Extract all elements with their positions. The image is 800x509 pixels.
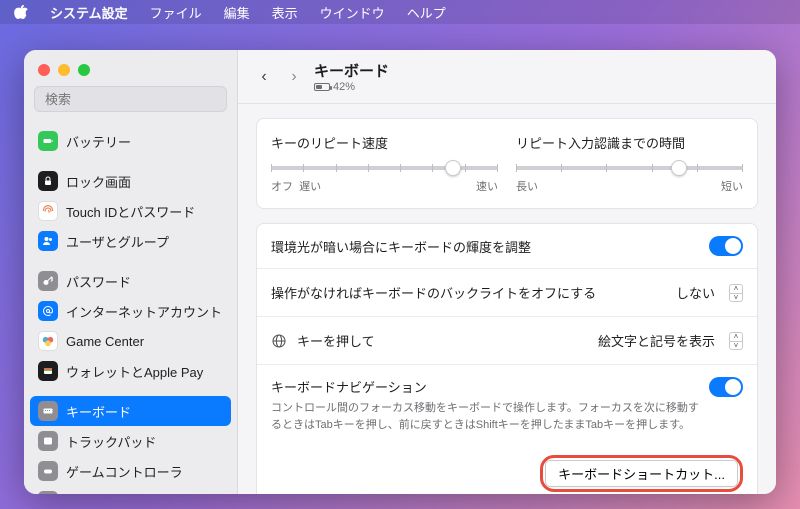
- backlight-off-stepper[interactable]: ˄˅: [729, 284, 743, 302]
- minimize-button[interactable]: [58, 64, 70, 76]
- lock-icon: [38, 171, 58, 191]
- delay-slider-group: リピート入力認識までの時間 長い 短い: [516, 133, 743, 194]
- row-brightness: 環境光が暗い場合にキーボードの輝度を調整: [257, 224, 757, 268]
- sidebar-item-fingerprint[interactable]: Touch IDとパスワード: [30, 196, 231, 226]
- kbnav-label: キーボードナビゲーション: [271, 377, 699, 396]
- at-icon: [38, 301, 58, 321]
- delay-label: リピート入力認識までの時間: [516, 133, 743, 152]
- menubar: システム設定 ファイル 編集 表示 ウインドウ ヘルプ: [0, 0, 800, 24]
- keyboard-settings-card: 環境光が暗い場合にキーボードの輝度を調整 操作がなければキーボードのバックライト…: [256, 223, 758, 494]
- sidebar-item-label: プリンタとスキャナ: [66, 492, 183, 495]
- menubar-window[interactable]: ウインドウ: [320, 3, 385, 22]
- zoom-button[interactable]: [78, 64, 90, 76]
- printer-icon: [38, 491, 58, 494]
- sidebar-item-label: インターネットアカウント: [66, 302, 222, 321]
- row-backlight-off: 操作がなければキーボードのバックライトをオフにする しない ˄˅: [257, 268, 757, 316]
- battery-percent: 42%: [333, 81, 355, 93]
- sidebar-item-users[interactable]: ユーザとグループ: [30, 226, 231, 256]
- keyboard-icon: [38, 401, 58, 421]
- main-panel: ‹ › キーボード 42% キーのリピート速度: [238, 50, 776, 494]
- content: キーのリピート速度 オフ 遅い 速い リピート入力認識までの時間: [238, 104, 776, 494]
- sidebar-item-printer[interactable]: プリンタとスキャナ: [30, 486, 231, 494]
- trackpad-icon: [38, 431, 58, 451]
- sidebar-item-lock[interactable]: ロック画面: [30, 166, 231, 196]
- settings-window: バッテリーロック画面 Touch IDとパスワードユーザとグループパスワードインタ…: [24, 50, 776, 494]
- menubar-app-name[interactable]: システム設定: [50, 3, 128, 22]
- kbnav-desc: コントロール間のフォーカス移動をキーボードで操作します。フォーカスを次に移動する…: [271, 400, 699, 433]
- menubar-file[interactable]: ファイル: [150, 3, 202, 22]
- users-icon: [38, 231, 58, 251]
- search-field[interactable]: [34, 86, 227, 112]
- apple-menu[interactable]: [14, 5, 28, 19]
- repeat-card: キーのリピート速度 オフ 遅い 速い リピート入力認識までの時間: [256, 118, 758, 209]
- close-button[interactable]: [38, 64, 50, 76]
- sidebar: バッテリーロック画面 Touch IDとパスワードユーザとグループパスワードインタ…: [24, 50, 238, 494]
- forward-button[interactable]: ›: [284, 68, 304, 86]
- backlight-off-label: 操作がなければキーボードのバックライトをオフにする: [271, 283, 662, 302]
- sidebar-item-label: ユーザとグループ: [66, 232, 169, 251]
- sidebar-item-gamecenter[interactable]: Game Center: [30, 326, 231, 356]
- keyboard-shortcuts-button[interactable]: キーボードショートカット...: [545, 460, 738, 487]
- key-repeat-label: キーのリピート速度: [271, 133, 498, 152]
- battery-status: 42%: [314, 81, 389, 93]
- gamecenter-icon: [38, 331, 58, 351]
- sidebar-item-label: ゲームコントローラ: [66, 462, 183, 481]
- sidebar-list: バッテリーロック画面 Touch IDとパスワードユーザとグループパスワードインタ…: [24, 122, 237, 494]
- menubar-view[interactable]: 表示: [272, 3, 298, 22]
- key-icon: [38, 271, 58, 291]
- sidebar-item-label: キーボード: [66, 402, 131, 421]
- globe-icon: [271, 333, 287, 349]
- globe-select[interactable]: 絵文字と記号を表示: [594, 329, 719, 352]
- key-repeat-slider-group: キーのリピート速度 オフ 遅い 速い: [271, 133, 498, 194]
- sidebar-item-label: Game Center: [66, 334, 144, 349]
- row-globe-key: キーを押して 絵文字と記号を表示 ˄˅: [257, 316, 757, 364]
- sidebar-item-wallet[interactable]: ウォレットとApple Pay: [30, 356, 231, 386]
- menubar-help[interactable]: ヘルプ: [407, 3, 446, 22]
- sidebar-item-label: Touch IDとパスワード: [66, 202, 195, 221]
- search-input[interactable]: [45, 92, 221, 107]
- brightness-label: 環境光が暗い場合にキーボードの輝度を調整: [271, 237, 699, 256]
- delay-slider[interactable]: [516, 166, 743, 170]
- shortcut-row: キーボードショートカット...: [257, 445, 757, 494]
- sidebar-item-trackpad[interactable]: トラックパッド: [30, 426, 231, 456]
- sidebar-item-label: ロック画面: [66, 172, 131, 191]
- controller-icon: [38, 461, 58, 481]
- wallet-icon: [38, 361, 58, 381]
- sidebar-item-label: バッテリー: [66, 132, 131, 151]
- sidebar-item-battery[interactable]: バッテリー: [30, 126, 231, 156]
- sidebar-item-label: トラックパッド: [66, 432, 156, 451]
- menubar-edit[interactable]: 編集: [224, 3, 250, 22]
- battery-icon: [38, 131, 58, 151]
- sidebar-item-controller[interactable]: ゲームコントローラ: [30, 456, 231, 486]
- sidebar-item-keyboard[interactable]: キーボード: [30, 396, 231, 426]
- fingerprint-icon: [38, 201, 58, 221]
- globe-stepper[interactable]: ˄˅: [729, 332, 743, 350]
- sidebar-item-key[interactable]: パスワード: [30, 266, 231, 296]
- brightness-toggle[interactable]: [709, 236, 743, 256]
- key-repeat-slider[interactable]: [271, 166, 498, 170]
- sidebar-item-label: パスワード: [66, 272, 131, 291]
- sidebar-item-label: ウォレットとApple Pay: [66, 362, 203, 381]
- traffic-lights: [24, 60, 237, 86]
- row-keyboard-nav: キーボードナビゲーション コントロール間のフォーカス移動をキーボードで操作します…: [257, 364, 757, 445]
- shortcut-highlight: キーボードショートカット...: [540, 455, 743, 492]
- header: ‹ › キーボード 42%: [238, 50, 776, 104]
- backlight-off-select[interactable]: しない: [672, 281, 719, 304]
- sidebar-item-at[interactable]: インターネットアカウント: [30, 296, 231, 326]
- page-title: キーボード: [314, 60, 389, 81]
- kbnav-toggle[interactable]: [709, 377, 743, 397]
- back-button[interactable]: ‹: [254, 68, 274, 86]
- battery-icon: [314, 83, 330, 91]
- globe-label: キーを押して: [297, 331, 584, 350]
